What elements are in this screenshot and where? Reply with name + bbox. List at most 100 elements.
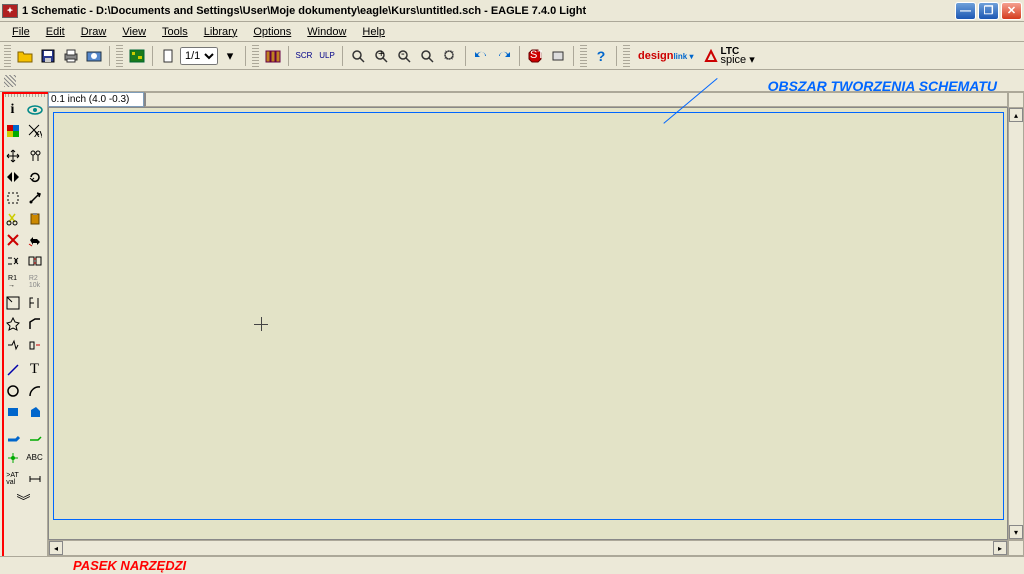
sheet-next-button[interactable]: ▾: [219, 45, 241, 67]
junction-tool[interactable]: [2, 447, 24, 468]
title-bar: ✦ 1 Schematic - D:\Documents and Setting…: [0, 0, 1024, 22]
designlink-button[interactable]: designlink ▾: [633, 45, 698, 67]
rotate-tool[interactable]: [24, 166, 46, 187]
zoom-out-button[interactable]: -: [393, 45, 415, 67]
polygon-tool[interactable]: [24, 401, 46, 422]
menu-view[interactable]: View: [114, 22, 154, 41]
dimension-tool[interactable]: [24, 468, 46, 489]
schematic-canvas[interactable]: OBSZAR TWORZENIA SCHEMATU: [48, 107, 1008, 540]
mirror-tool[interactable]: [2, 166, 24, 187]
svg-text:+: +: [378, 49, 384, 60]
library-button[interactable]: [262, 45, 284, 67]
redo-button[interactable]: [493, 45, 515, 67]
horizontal-scrollbar[interactable]: ◂ ▸: [48, 540, 1008, 556]
info-tool[interactable]: i: [2, 99, 24, 120]
ulp-button[interactable]: ULP: [316, 45, 338, 67]
mark-tool[interactable]: xy: [24, 120, 46, 141]
separator: [616, 46, 617, 66]
zoom-fit-button[interactable]: [347, 45, 369, 67]
label-tool[interactable]: ABC: [24, 447, 46, 468]
scroll-left-button[interactable]: ◂: [49, 541, 63, 555]
sheet-select[interactable]: 1/1: [180, 47, 218, 65]
attribute-tool[interactable]: >ATval: [2, 468, 24, 489]
split-tool[interactable]: [2, 334, 24, 355]
ltspice-button[interactable]: LTCspice ▾: [699, 45, 759, 67]
go-button[interactable]: [547, 45, 569, 67]
sheet-prev-button[interactable]: [157, 45, 179, 67]
scroll-up-button[interactable]: ▴: [1009, 108, 1023, 122]
parameter-bar: [0, 70, 1024, 92]
close-button[interactable]: ✕: [1001, 2, 1022, 20]
board-button[interactable]: [126, 45, 148, 67]
smash-tool[interactable]: [2, 313, 24, 334]
display-tool[interactable]: [2, 120, 24, 141]
pinswap-tool[interactable]: [2, 250, 24, 271]
crosshair-icon: [261, 317, 262, 331]
palette-more-button[interactable]: ︾: [17, 491, 31, 511]
main-toolbar: 1/1 ▾ SCR ULP + - STOP ? designlink ▾ LT…: [0, 42, 1024, 70]
separator: [465, 46, 466, 66]
menu-edit[interactable]: Edit: [38, 22, 73, 41]
paste-tool[interactable]: [24, 208, 46, 229]
maximize-button[interactable]: ❐: [978, 2, 999, 20]
text-tool[interactable]: T: [24, 359, 46, 380]
cam-button[interactable]: [83, 45, 105, 67]
menu-draw[interactable]: Draw: [73, 22, 115, 41]
menu-tools[interactable]: Tools: [154, 22, 196, 41]
toolbar-grip[interactable]: [4, 45, 11, 67]
delete-tool[interactable]: [2, 229, 24, 250]
cut-tool[interactable]: [2, 208, 24, 229]
app-icon: ✦: [2, 4, 18, 18]
copy-tool[interactable]: [24, 145, 46, 166]
help-button[interactable]: ?: [590, 45, 612, 67]
stop-button[interactable]: STOP: [524, 45, 546, 67]
script-button[interactable]: SCR: [293, 45, 315, 67]
minimize-button[interactable]: —: [955, 2, 976, 20]
toolbar-grip[interactable]: [623, 45, 630, 67]
annotation-frame-canvas: [53, 112, 1004, 520]
toolbar-grip[interactable]: [252, 45, 259, 67]
coordinate-bar: 0.1 inch (4.0 -0.3): [48, 92, 1024, 107]
invoke-tool[interactable]: [24, 334, 46, 355]
toolbar-grip[interactable]: [580, 45, 587, 67]
rect-tool[interactable]: [2, 401, 24, 422]
separator: [573, 46, 574, 66]
param-grip-icon[interactable]: [4, 75, 16, 87]
zoom-select-button[interactable]: [439, 45, 461, 67]
add-tool[interactable]: [24, 229, 46, 250]
change-tool[interactable]: [24, 187, 46, 208]
gateswap-tool[interactable]: [24, 250, 46, 271]
zoom-redraw-button[interactable]: [416, 45, 438, 67]
bus-tool[interactable]: [2, 426, 24, 447]
arc-tool[interactable]: [24, 380, 46, 401]
open-button[interactable]: [14, 45, 36, 67]
separator: [288, 46, 289, 66]
menu-help[interactable]: Help: [354, 22, 393, 41]
zoom-in-button[interactable]: +: [370, 45, 392, 67]
group-tool[interactable]: [2, 187, 24, 208]
vertical-scrollbar[interactable]: ▴ ▾: [1008, 107, 1024, 540]
value-tool[interactable]: [24, 292, 46, 313]
circle-tool[interactable]: [2, 380, 24, 401]
menu-options[interactable]: Options: [245, 22, 299, 41]
net-tool[interactable]: [24, 426, 46, 447]
toolbar-grip[interactable]: [116, 45, 123, 67]
print-button[interactable]: [60, 45, 82, 67]
scroll-down-button[interactable]: ▾: [1009, 525, 1023, 539]
wire-tool[interactable]: [2, 359, 24, 380]
menu-window[interactable]: Window: [299, 22, 354, 41]
menu-file[interactable]: File: [4, 22, 38, 41]
name-tool[interactable]: [2, 292, 24, 313]
save-button[interactable]: [37, 45, 59, 67]
miter-tool[interactable]: [24, 313, 46, 334]
lock-tool[interactable]: R210k: [24, 271, 46, 292]
replace-tool[interactable]: R1→: [2, 271, 24, 292]
palette-grip[interactable]: [2, 93, 46, 97]
show-tool[interactable]: [24, 99, 46, 120]
annotation-label-tools: PASEK NARZĘDZI: [73, 558, 186, 573]
move-tool[interactable]: [2, 145, 24, 166]
scroll-right-button[interactable]: ▸: [993, 541, 1007, 555]
undo-button[interactable]: [470, 45, 492, 67]
menu-library[interactable]: Library: [196, 22, 246, 41]
svg-text:STOP: STOP: [530, 49, 542, 61]
